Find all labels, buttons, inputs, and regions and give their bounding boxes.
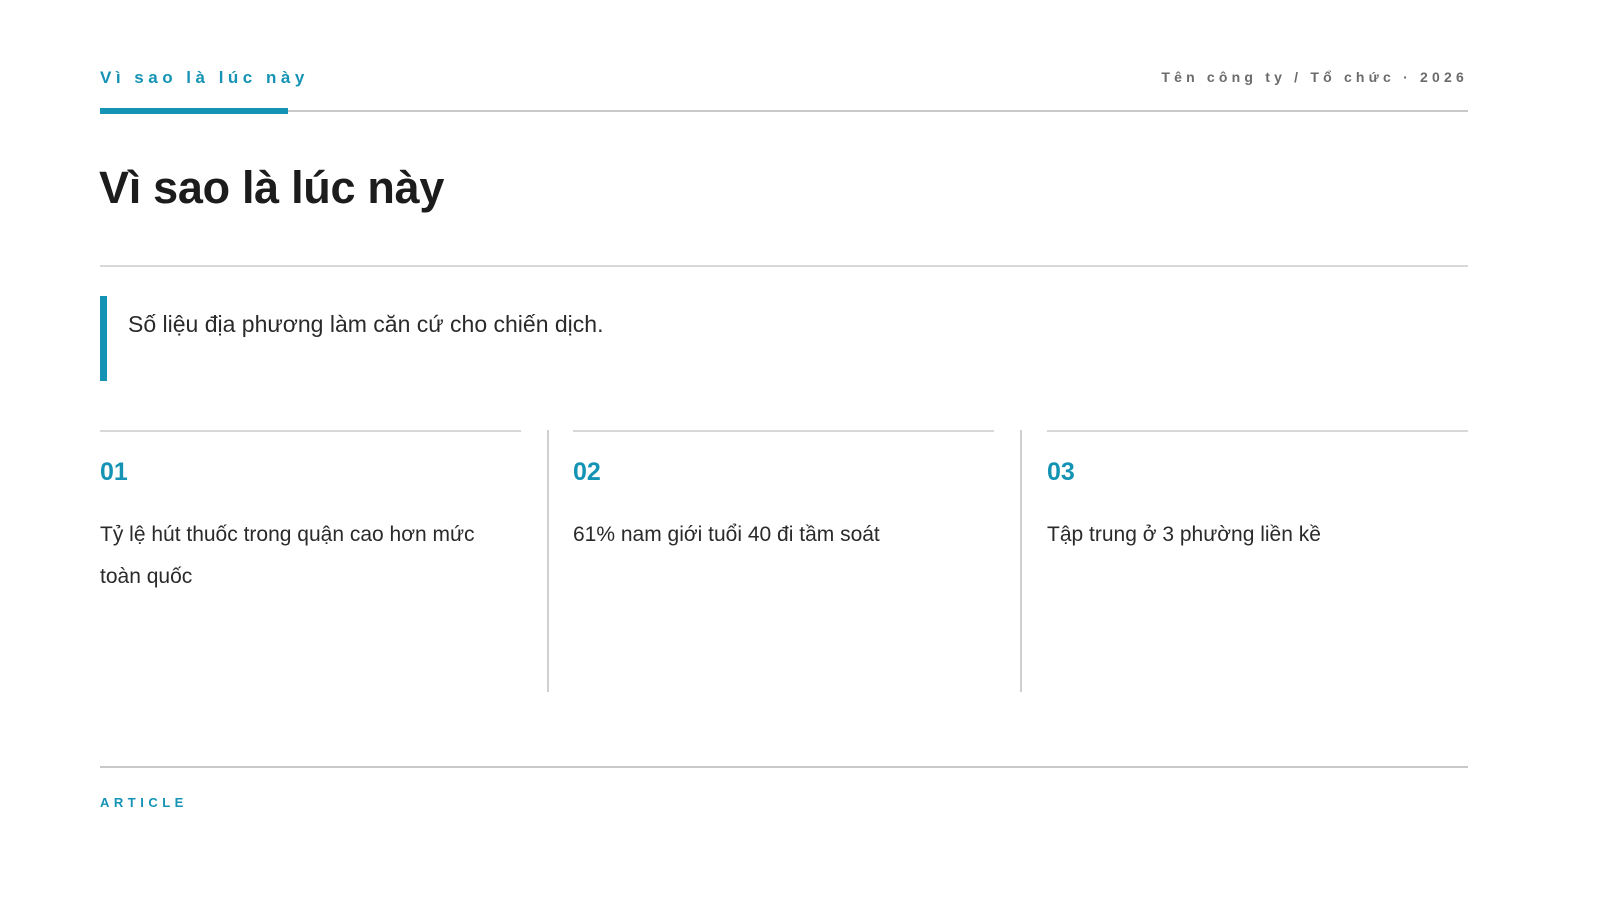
organization-label: Tên công ty / Tổ chức · 2026 bbox=[1161, 69, 1468, 85]
point-number: 03 bbox=[1047, 458, 1075, 486]
point-number: 02 bbox=[573, 458, 601, 486]
footer-rule bbox=[100, 766, 1468, 768]
lead-accent-bar bbox=[100, 296, 107, 381]
point-column-1: 01 Tỷ lệ hút thuốc trong quận cao hơn mứ… bbox=[100, 430, 521, 692]
header-accent-bar bbox=[100, 108, 288, 114]
title-divider bbox=[100, 265, 1468, 267]
point-text: Tập trung ở 3 phường liền kề bbox=[1047, 523, 1321, 546]
point-rule bbox=[100, 430, 521, 432]
section-kicker: Vì sao là lúc này bbox=[100, 68, 309, 87]
slide: Vì sao là lúc này Tên công ty / Tổ chức … bbox=[0, 0, 1598, 900]
point-number: 01 bbox=[100, 458, 128, 486]
point-text: 61% nam giới tuổi 40 đi tầm soát bbox=[573, 523, 880, 546]
column-divider bbox=[1020, 430, 1022, 692]
column-divider bbox=[547, 430, 549, 692]
point-column-3: 03 Tập trung ở 3 phường liền kề bbox=[1047, 430, 1468, 692]
point-rule bbox=[1047, 430, 1468, 432]
header-rule bbox=[100, 110, 1468, 112]
point-column-2: 02 61% nam giới tuổi 40 đi tầm soát bbox=[573, 430, 994, 692]
lead-statement: Số liệu địa phương làm căn cứ cho chiến … bbox=[128, 311, 604, 337]
page-title: Vì sao là lúc này bbox=[99, 162, 445, 213]
footer-label: ARTICLE bbox=[100, 795, 188, 810]
point-text: Tỷ lệ hút thuốc trong quận cao hơn mức t… bbox=[100, 523, 475, 588]
point-rule bbox=[573, 430, 994, 432]
